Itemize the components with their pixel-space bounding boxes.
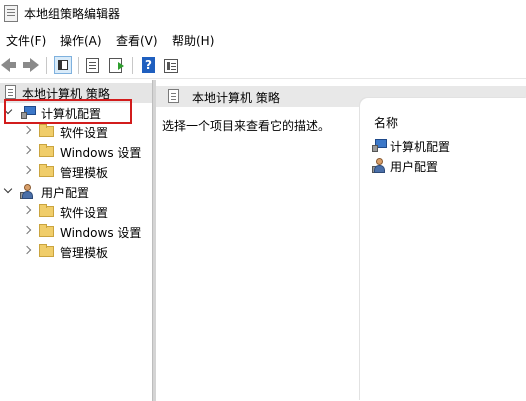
description-column: 选择一个项目来查看它的描述。	[156, 107, 360, 401]
menu-file[interactable]: 文件(F)	[6, 32, 46, 49]
chevron-down-icon[interactable]	[4, 107, 14, 117]
computer-icon	[21, 106, 37, 119]
user-icon	[372, 158, 388, 174]
view-details-icon[interactable]	[164, 59, 178, 73]
policy-editor-icon	[4, 5, 18, 22]
column-header-name[interactable]: 名称	[374, 114, 398, 131]
toolbar: ?	[0, 52, 526, 79]
tree-item-label: 软件设置	[60, 206, 109, 220]
toolbar-separator	[46, 57, 47, 74]
show-hide-tree-icon[interactable]	[54, 56, 72, 74]
list-item-user-config[interactable]: 用户配置	[372, 156, 522, 176]
back-arrow-stem	[9, 62, 16, 68]
folder-icon	[39, 204, 54, 217]
chevron-right-icon[interactable]	[22, 246, 32, 256]
menu-action[interactable]: 操作(A)	[60, 32, 102, 49]
export-list-icon[interactable]	[109, 58, 124, 73]
menu-view[interactable]: 查看(V)	[116, 32, 158, 49]
properties-doc-icon[interactable]	[86, 58, 99, 73]
toolbar-separator	[132, 57, 133, 74]
details-header-title: 本地计算机 策略	[192, 91, 280, 105]
folder-icon	[39, 124, 54, 137]
tree-item-software-settings[interactable]: 软件设置	[0, 202, 152, 222]
tree-item-label: 软件设置	[60, 126, 109, 140]
title-bar: 本地组策略编辑器	[0, 0, 526, 26]
tree-item-computer-config[interactable]: 计算机配置	[0, 103, 152, 123]
computer-icon	[372, 139, 388, 152]
items-list: 名称 计算机配置 用户配置	[360, 98, 526, 401]
tree-item-windows-settings[interactable]: Windows 设置	[0, 222, 152, 242]
folder-icon	[39, 244, 54, 257]
chevron-right-icon[interactable]	[22, 126, 32, 136]
list-item-label: 用户配置	[390, 160, 439, 174]
tree-item-label: 用户配置	[41, 186, 90, 200]
list-item-label: 计算机配置	[390, 140, 451, 154]
tree-item-user-config[interactable]: 用户配置	[0, 182, 152, 202]
details-pane: 本地计算机 策略 选择一个项目来查看它的描述。 名称 计算机配置 用户配置	[156, 80, 526, 401]
forward-arrow-stem	[23, 62, 30, 68]
list-item-computer-config[interactable]: 计算机配置	[372, 136, 522, 156]
folder-icon	[39, 144, 54, 157]
chevron-down-icon[interactable]	[4, 186, 14, 196]
menu-help[interactable]: 帮助(H)	[172, 32, 214, 49]
tree-item-label: 管理模板	[60, 246, 109, 260]
window-title: 本地组策略编辑器	[24, 7, 121, 21]
tree-item-windows-settings[interactable]: Windows 设置	[0, 142, 152, 162]
user-icon	[20, 184, 36, 200]
policy-icon	[168, 89, 179, 103]
tree-item-software-settings[interactable]: 软件设置	[0, 122, 152, 142]
tree-item-label: Windows 设置	[60, 146, 142, 160]
tree-pane: 本地计算机 策略 计算机配置 软件设置 Windows 设置 管理模板 用户配置…	[0, 80, 152, 401]
tree-item-label: Windows 设置	[60, 226, 142, 240]
forward-arrow-icon[interactable]	[30, 58, 39, 72]
chevron-right-icon[interactable]	[22, 226, 32, 236]
tree-item-label: 计算机配置	[41, 107, 102, 121]
chevron-right-icon[interactable]	[22, 206, 32, 216]
folder-icon	[39, 164, 54, 177]
folder-icon	[39, 224, 54, 237]
tree-item-label: 管理模板	[60, 166, 109, 180]
chevron-right-icon[interactable]	[22, 146, 32, 156]
tree-item-admin-templates[interactable]: 管理模板	[0, 162, 152, 182]
chevron-right-icon[interactable]	[22, 166, 32, 176]
help-icon[interactable]: ?	[142, 57, 155, 73]
tree-root-label: 本地计算机 策略	[22, 87, 110, 101]
policy-icon	[5, 85, 16, 99]
menu-bar: 文件(F) 操作(A) 查看(V) 帮助(H)	[0, 28, 526, 50]
toolbar-separator	[78, 57, 79, 74]
tree-item-admin-templates[interactable]: 管理模板	[0, 242, 152, 262]
tree-root[interactable]: 本地计算机 策略	[0, 83, 152, 103]
description-text: 选择一个项目来查看它的描述。	[162, 119, 331, 133]
